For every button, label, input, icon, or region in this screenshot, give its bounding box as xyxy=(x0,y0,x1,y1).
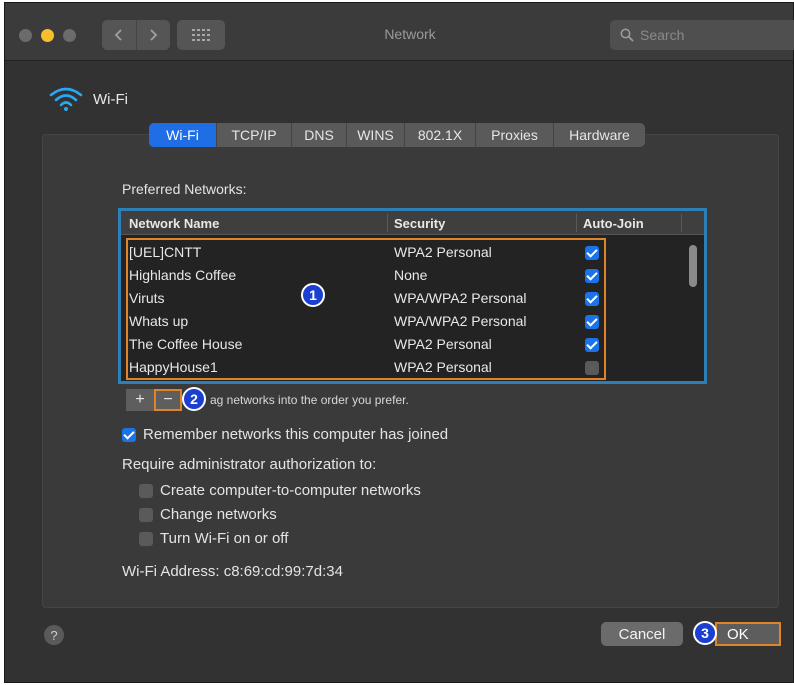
toggle-wifi-option[interactable]: Turn Wi-Fi on or off xyxy=(139,530,288,547)
tab-wifi[interactable]: Wi-Fi xyxy=(149,123,216,147)
change-networks-label: Change networks xyxy=(160,506,277,523)
ok-button[interactable]: OK xyxy=(715,622,781,646)
create-networks-label: Create computer-to-computer networks xyxy=(160,482,421,499)
create-networks-option[interactable]: Create computer-to-computer networks xyxy=(139,482,421,499)
chevron-left-icon xyxy=(114,29,122,41)
navigation-buttons xyxy=(102,20,170,50)
tab-wins[interactable]: WINS xyxy=(346,123,404,147)
column-auto-join[interactable]: Auto-Join xyxy=(583,216,644,231)
minimize-window-button[interactable] xyxy=(41,29,54,42)
service-title: Wi-Fi xyxy=(93,90,128,108)
search-field[interactable]: Search xyxy=(610,20,794,50)
grid-icon xyxy=(192,29,210,41)
remove-network-button[interactable]: − xyxy=(154,389,182,411)
wifi-icon xyxy=(49,87,83,111)
remember-networks-label: Remember networks this computer has join… xyxy=(143,426,449,443)
table-header: Network Name Security Auto-Join xyxy=(121,211,704,235)
drag-hint-text: ag networks into the order you prefer. xyxy=(210,393,409,407)
zoom-window-button[interactable] xyxy=(63,29,76,42)
wifi-address-label: Wi-Fi Address: xyxy=(122,563,220,580)
search-placeholder: Search xyxy=(640,27,685,43)
network-preferences-window: Network Search Wi-Fi Wi-Fi TCP/IP DNS WI… xyxy=(4,2,794,683)
preferred-networks-table[interactable]: Network Name Security Auto-Join [UEL]CNT… xyxy=(118,208,707,384)
column-security[interactable]: Security xyxy=(394,216,445,231)
change-networks-checkbox[interactable] xyxy=(139,507,153,522)
remember-networks-checkbox[interactable] xyxy=(122,427,136,442)
column-divider xyxy=(576,214,577,232)
toggle-wifi-label: Turn Wi-Fi on or off xyxy=(160,530,289,547)
table-scrollbar[interactable] xyxy=(689,245,697,287)
tab-bar: Wi-Fi TCP/IP DNS WINS 802.1X Proxies Har… xyxy=(149,123,645,147)
show-all-button[interactable] xyxy=(177,20,225,50)
change-networks-option[interactable]: Change networks xyxy=(139,506,277,523)
wifi-address: Wi-Fi Address: c8:69:cd:99:7d:34 xyxy=(122,563,343,580)
tab-8021x[interactable]: 802.1X xyxy=(404,123,475,147)
tab-proxies[interactable]: Proxies xyxy=(475,123,553,147)
cancel-button[interactable]: Cancel xyxy=(601,622,683,646)
back-button[interactable] xyxy=(102,20,136,50)
window-title: Network xyxy=(384,26,436,42)
toggle-wifi-checkbox[interactable] xyxy=(139,531,153,546)
marker-3: 3 xyxy=(693,621,717,645)
tab-hardware[interactable]: Hardware xyxy=(553,123,645,147)
column-divider xyxy=(681,214,682,232)
column-divider xyxy=(387,214,388,232)
close-window-button[interactable] xyxy=(19,29,32,42)
wifi-address-value: c8:69:cd:99:7d:34 xyxy=(223,563,343,580)
tab-tcpip[interactable]: TCP/IP xyxy=(216,123,291,147)
chevron-right-icon xyxy=(150,29,158,41)
search-icon xyxy=(620,28,634,42)
require-admin-label: Require administrator authorization to: xyxy=(122,456,377,473)
marker-1: 1 xyxy=(301,283,325,307)
forward-button[interactable] xyxy=(135,20,171,50)
help-button[interactable]: ? xyxy=(44,625,64,645)
create-networks-checkbox[interactable] xyxy=(139,483,153,498)
column-network-name[interactable]: Network Name xyxy=(129,216,219,231)
service-header: Wi-Fi xyxy=(49,86,128,112)
preferred-networks-label: Preferred Networks: xyxy=(122,181,247,197)
remember-networks-option[interactable]: Remember networks this computer has join… xyxy=(122,426,448,443)
marker-2: 2 xyxy=(182,387,206,411)
tab-dns[interactable]: DNS xyxy=(291,123,346,147)
title-bar: Network Search xyxy=(5,3,794,61)
add-remove-buttons: + − xyxy=(126,389,182,411)
highlight-network-list xyxy=(126,238,606,380)
add-network-button[interactable]: + xyxy=(126,389,154,411)
